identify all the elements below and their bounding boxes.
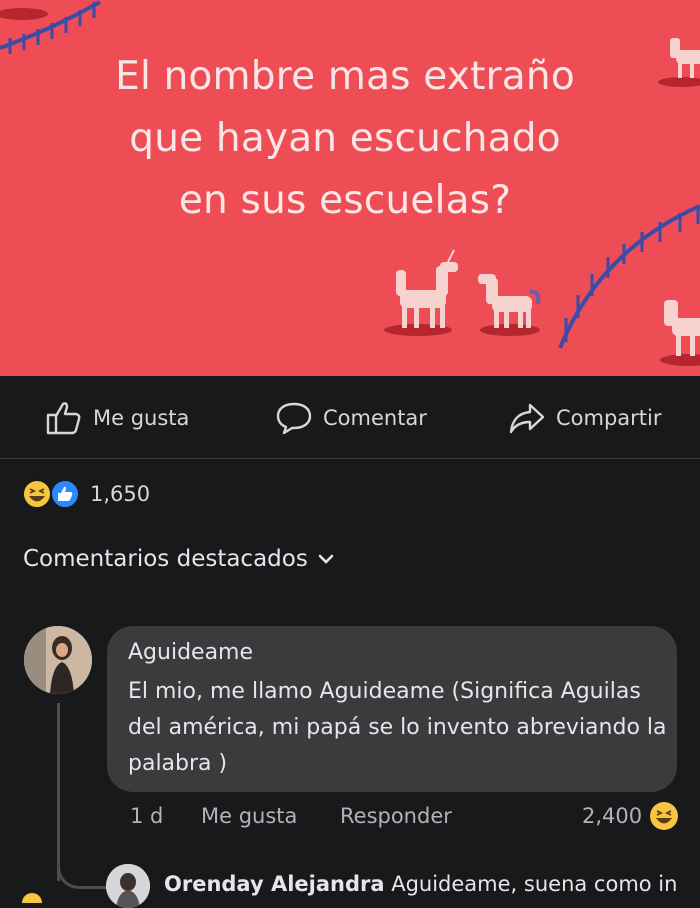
reply-text: Aguideame, suena como in xyxy=(391,872,678,896)
laugh-emoji-icon xyxy=(22,479,52,509)
chevron-down-icon xyxy=(318,554,334,564)
question-line: El nombre mas extraño xyxy=(115,54,575,99)
thread-connector xyxy=(57,851,110,889)
reaction-summary[interactable]: 1,650 xyxy=(22,478,150,510)
like-label: Me gusta xyxy=(93,406,190,430)
thumbs-up-icon xyxy=(46,402,81,435)
share-button[interactable]: Compartir xyxy=(508,398,662,438)
comment-text: El mio, me llamo Aguideame (Significa Ag… xyxy=(128,679,667,776)
post-image-banner[interactable]: El nombre mas extraño que hayan escuchad… xyxy=(0,0,700,376)
reply-avatar[interactable] xyxy=(106,864,150,908)
emoji-badge-icon xyxy=(22,893,42,903)
like-button[interactable]: Me gusta xyxy=(45,398,189,438)
question-line: en sus escuelas? xyxy=(178,178,512,223)
comment-reply-button[interactable]: Responder xyxy=(340,804,452,828)
like-badge-icon xyxy=(50,479,80,509)
comment-like-button[interactable]: Me gusta xyxy=(201,804,297,828)
post-action-bar: Me gusta Comentar Compartir xyxy=(0,376,700,459)
reaction-count: 1,650 xyxy=(90,482,151,506)
speech-bubble-icon xyxy=(276,402,312,435)
comments-sort-label: Comentarios destacados xyxy=(23,546,308,572)
comment-label: Comentar xyxy=(323,406,427,430)
laugh-emoji-icon xyxy=(650,802,678,830)
reaction-icons xyxy=(22,478,82,510)
reply-author[interactable]: Orenday Alejandra xyxy=(164,872,385,896)
comment-bubble[interactable]: Aguideame El mio, me llamo Aguideame (Si… xyxy=(107,626,677,792)
share-arrow-icon xyxy=(509,403,545,434)
question-line: que hayan escuchado xyxy=(129,116,561,161)
post-question-text: El nombre mas extraño que hayan escuchad… xyxy=(0,46,690,232)
comments-sort-dropdown[interactable]: Comentarios destacados xyxy=(23,546,334,572)
comment-author[interactable]: Aguideame xyxy=(128,640,253,665)
comment-button[interactable]: Comentar xyxy=(275,398,427,438)
avatar[interactable] xyxy=(24,626,92,694)
share-label: Compartir xyxy=(556,406,662,430)
comment-reaction-count[interactable]: 2,400 xyxy=(582,804,642,828)
comment-timestamp[interactable]: 1 d xyxy=(130,804,163,828)
reply-preview[interactable]: Orenday Alejandra Aguideame, suena como … xyxy=(164,872,677,896)
